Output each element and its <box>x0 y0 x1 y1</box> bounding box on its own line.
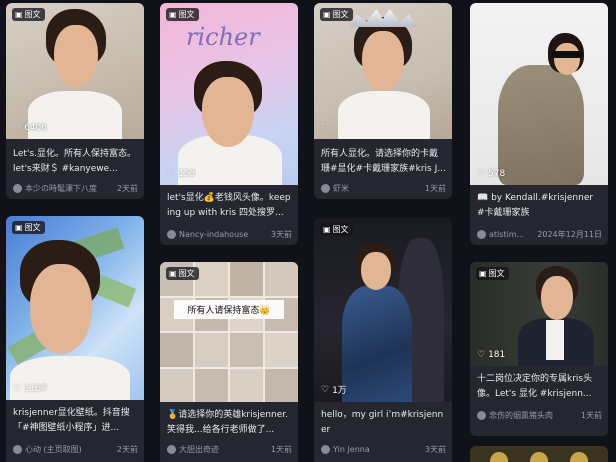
heart-outline-icon: ♡ <box>477 350 486 360</box>
heart-outline-icon: ♡ <box>167 169 176 179</box>
note-meta: 本少の時髦澤下八度 2天前 <box>13 183 138 194</box>
note-card[interactable]: ▣ 图文 ♡ 6406 Let's.显化。所有人保持富态。let's来财＄ #kan… <box>6 3 144 199</box>
portrait-photo <box>314 218 452 402</box>
post-time: 1天前 <box>424 184 446 193</box>
note-card[interactable] <box>470 446 608 462</box>
like-count[interactable]: ♡ 578 <box>477 169 505 179</box>
image-text-icon: ▣ <box>15 223 23 232</box>
image-text-badge: ▣ 图文 <box>320 8 353 21</box>
image-text-badge: ▣ 图文 <box>166 8 199 21</box>
note-title[interactable]: Let's.显化。所有人保持富态。let's来财＄ #kanyewe... <box>13 147 138 177</box>
heart-outline-icon: ♡ <box>13 123 22 133</box>
note-meta: 大胆出奇迹 1天前 <box>167 444 292 455</box>
author-name[interactable]: 大胆出奇迹 <box>179 444 219 455</box>
heart-outline-icon: ♡ <box>321 384 330 395</box>
note-card[interactable]: ▣ 图文 ♡ 1157 krisjenner显化壁纸。抖音搜「#神图壁纸小程序」进.… <box>6 216 144 462</box>
portrait-photo <box>6 3 144 139</box>
author-name[interactable]: 本少の時髦澤下八度 <box>25 183 97 194</box>
post-time: 1天前 <box>270 445 292 454</box>
author-name[interactable]: 虾米 <box>333 183 349 194</box>
portrait-photo <box>160 3 298 185</box>
avatar[interactable] <box>167 230 176 239</box>
portrait-photo <box>6 216 144 400</box>
card-cover-image[interactable]: ▣ 图文 ♡ 1万 <box>314 218 452 402</box>
image-text-icon: ▣ <box>15 10 23 19</box>
portrait-photo <box>314 3 452 139</box>
avatar[interactable] <box>321 445 330 454</box>
image-text-icon: ▣ <box>323 225 331 234</box>
author-name[interactable]: 心动 (主页取图) <box>25 444 82 455</box>
image-text-badge: ▣ 图文 <box>166 267 199 280</box>
note-card[interactable]: richer ▣ 图文 ♡ 153 let's显化💰老钱风头像。keeping up… <box>160 3 298 245</box>
avatar[interactable] <box>321 184 330 193</box>
like-count[interactable]: ♡ 153 <box>167 169 195 179</box>
image-text-icon: ▣ <box>169 10 177 19</box>
note-meta: atlstim... 2024年12月11日 <box>477 229 602 240</box>
card-cover-image[interactable]: ▣ 图文 ♡ <box>314 3 452 139</box>
image-text-badge: ▣ 图文 <box>476 267 509 280</box>
post-time: 2天前 <box>116 184 138 193</box>
post-time: 3天前 <box>270 230 292 239</box>
image-text-icon: ▣ <box>479 269 487 278</box>
sunglasses <box>552 51 582 58</box>
like-count[interactable]: ♡ 181 <box>477 350 505 360</box>
post-time: 2024年12月11日 <box>537 230 602 239</box>
author-name[interactable]: Nancy-indahouse <box>179 230 248 239</box>
cover-caption: 所有人请保持富态👑 <box>174 300 284 319</box>
avatar[interactable] <box>167 445 176 454</box>
card-cover-image[interactable]: richer ▣ 图文 ♡ 153 <box>160 3 298 185</box>
card-cover-image[interactable]: ▣ 图文 ♡ 1157 <box>6 216 144 400</box>
author-name[interactable]: 悲伤的烟熏猪头肉 <box>489 410 553 421</box>
note-meta: 悲伤的烟熏猪头肉 1天前 <box>477 410 602 421</box>
heart-outline-icon: ♡ <box>13 384 22 394</box>
image-text-icon: ▣ <box>169 269 177 278</box>
avatar[interactable] <box>13 445 22 454</box>
author-name[interactable]: atlstim... <box>489 230 524 239</box>
note-title[interactable]: 十二岗位决定你的专属kris头像。Let's 显化 #krisjenn... <box>477 372 602 402</box>
note-meta: 心动 (主页取图) 2天前 <box>13 444 138 455</box>
note-meta: 虾米 1天前 <box>321 183 446 194</box>
note-card[interactable]: 所有人请保持富态👑 ▣ 图文 🏅请选择你的英雄krisjenner.笑得我...给… <box>160 262 298 462</box>
card-cover-image[interactable]: 所有人请保持富态👑 ▣ 图文 <box>160 262 298 402</box>
heart-outline-icon: ♡ <box>321 123 330 133</box>
avatar[interactable] <box>477 230 486 239</box>
note-title[interactable]: let's显化💰老钱风头像。keeping up with kris 四处搜罗.… <box>167 191 292 221</box>
note-title[interactable]: 🏅请选择你的英雄krisjenner.笑得我...给各行老师做了... <box>167 408 292 438</box>
note-card[interactable]: ▣ 图文 ♡ 所有人显化。请选择你的卡戴珊#显化#卡戴珊家族#kris J... … <box>314 3 452 199</box>
like-count[interactable]: ♡ 6406 <box>13 123 47 133</box>
post-time: 1天前 <box>580 411 602 420</box>
photo-collage-grid <box>160 262 298 402</box>
note-meta: Nancy-indahouse 3天前 <box>167 229 292 240</box>
like-count[interactable]: ♡ <box>321 123 332 133</box>
note-title[interactable]: krisjenner显化壁纸。抖音搜「#神图壁纸小程序」进... <box>13 406 138 436</box>
like-count[interactable]: ♡ 1157 <box>13 384 47 394</box>
card-cover-image[interactable]: ▣ 图文 ♡ 6406 <box>6 3 144 139</box>
image-text-badge: ▣ 图文 <box>12 221 45 234</box>
image-text-icon: ▣ <box>323 10 331 19</box>
like-count[interactable]: ♡ 1万 <box>321 383 347 397</box>
note-meta: Yin Jenna 3天前 <box>321 444 446 455</box>
card-cover-image[interactable]: ▣ 图文 ♡ 181 <box>470 262 608 366</box>
avatar[interactable] <box>477 411 486 420</box>
portrait-photo <box>470 3 608 185</box>
note-title[interactable]: 所有人显化。请选择你的卡戴珊#显化#卡戴珊家族#kris J... <box>321 147 446 177</box>
card-cover-image[interactable]: ♡ 578 <box>470 3 608 185</box>
image-text-badge: ▣ 图文 <box>320 223 353 236</box>
heart-outline-icon: ♡ <box>477 169 486 179</box>
post-time: 3天前 <box>424 445 446 454</box>
author-name[interactable]: Yin Jenna <box>333 445 370 454</box>
note-card[interactable]: ♡ 578 📖 by Kendall.#krisjenner #卡戴珊家族 atl… <box>470 3 608 245</box>
image-text-badge: ▣ 图文 <box>12 8 45 21</box>
post-time: 2天前 <box>116 445 138 454</box>
note-card[interactable]: ▣ 图文 ♡ 181 十二岗位决定你的专属kris头像。Let's 显化 #kris… <box>470 262 608 436</box>
note-title[interactable]: 📖 by Kendall.#krisjenner #卡戴珊家族 <box>477 191 602 221</box>
note-title[interactable]: hello，my girl i’m#krisjenner <box>321 408 446 438</box>
avatar[interactable] <box>13 184 22 193</box>
note-card[interactable]: ▣ 图文 ♡ 1万 hello，my girl i’m#krisjenner Yin… <box>314 218 452 462</box>
